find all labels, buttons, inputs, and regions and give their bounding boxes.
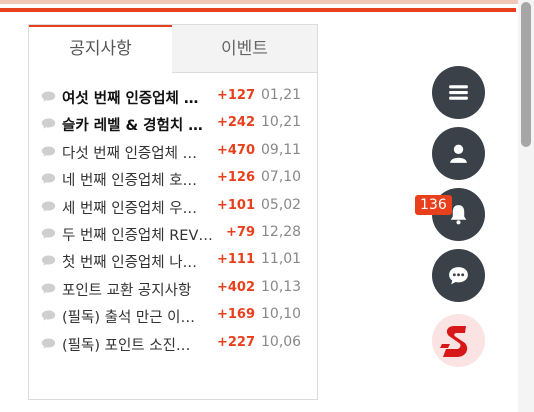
list-item[interactable]: (필독) 포인트 소진… +227 10,06 [29, 330, 317, 357]
speech-bubble-icon [41, 338, 56, 349]
speech-bubble-icon [41, 91, 56, 102]
list-item[interactable]: 여섯 번째 인증업체 … +127 01,21 [29, 83, 317, 110]
notice-panel: 공지사항 이벤트 여섯 번째 인증업체 … +127 01,21 슬카 레벨 & 경험… [28, 24, 318, 400]
scrollbar-thumb[interactable] [521, 2, 531, 147]
list-item[interactable]: 포인트 교환 공지사항 +402 10,13 [29, 275, 317, 302]
s-logo-icon [432, 314, 485, 367]
notification-badge: 136 [415, 195, 452, 215]
menu-icon [449, 85, 468, 100]
notice-points: +111 [216, 252, 255, 268]
speech-bubble-icon [41, 173, 56, 184]
notice-date: 10,21 [261, 114, 302, 131]
list-item[interactable]: (필독) 출석 만근 이… +169 10,10 [29, 302, 317, 329]
notice-date: 07,10 [261, 169, 302, 186]
user-button[interactable] [432, 127, 485, 180]
notice-date: 10,13 [261, 278, 302, 295]
notice-points: +242 [216, 115, 255, 131]
speech-bubble-icon [41, 255, 56, 266]
speech-bubble-icon [41, 310, 56, 321]
notice-points: +127 [216, 88, 255, 103]
notice-list: 여섯 번째 인증업체 … +127 01,21 슬카 레벨 & 경험치 … +242 10… [29, 83, 317, 357]
notice-title[interactable]: 세 번째 인증업체 우… [62, 197, 212, 218]
list-item[interactable]: 슬카 레벨 & 경험치 … +242 10,21 [29, 110, 317, 137]
notice-title[interactable]: 슬카 레벨 & 경험치 … [62, 114, 212, 135]
notice-title[interactable]: 포인트 교환 공지사항 [62, 279, 212, 300]
notice-points: +402 [216, 279, 255, 295]
list-item[interactable]: 다섯 번째 인증업체 … +470 09,11 [29, 138, 317, 165]
accent-bar [0, 8, 516, 12]
list-item[interactable]: 세 번째 인증업체 우… +101 05,02 [29, 193, 317, 220]
notice-title[interactable]: 다섯 번째 인증업체 … [62, 142, 212, 163]
list-item[interactable]: 네 번째 인증업체 호… +126 07,10 [29, 165, 317, 192]
notice-points: +101 [216, 197, 255, 213]
notice-points: +79 [226, 224, 255, 240]
menu-button[interactable] [432, 66, 485, 119]
notice-title[interactable]: (필독) 포인트 소진… [62, 334, 212, 355]
chat-button[interactable] [432, 249, 485, 302]
notice-date: 10,10 [261, 306, 302, 323]
brand-button[interactable] [432, 314, 485, 367]
user-icon [450, 144, 467, 163]
speech-bubble-icon [41, 201, 56, 212]
notice-date: 05,02 [261, 196, 302, 213]
speech-bubble-icon [41, 228, 56, 239]
notice-title[interactable]: 첫 번째 인증업체 나… [62, 251, 212, 272]
notice-points: +126 [216, 170, 255, 186]
speech-bubble-icon [41, 146, 56, 157]
tab-bar: 공지사항 이벤트 [29, 25, 317, 73]
notice-date: 01,21 [261, 87, 302, 103]
speech-bubble-icon [41, 118, 56, 129]
chat-icon [449, 267, 468, 285]
notice-points: +470 [216, 142, 255, 158]
speech-bubble-icon [41, 283, 56, 294]
notice-date: 10,06 [261, 333, 302, 350]
tab-event[interactable]: 이벤트 [172, 25, 317, 73]
notice-title[interactable]: 네 번째 인증업체 호… [62, 169, 212, 190]
list-item[interactable]: 첫 번째 인증업체 나… +111 11,01 [29, 247, 317, 274]
notice-title[interactable]: 두 번째 인증업체 REV… [62, 224, 212, 245]
notice-date: 12,28 [261, 223, 302, 240]
list-item[interactable]: 두 번째 인증업체 REV… +79 12,28 [29, 220, 317, 247]
notice-points: +169 [216, 307, 255, 323]
tab-notice[interactable]: 공지사항 [29, 25, 172, 73]
notice-date: 09,11 [261, 141, 302, 158]
notice-title[interactable]: 여섯 번째 인증업체 … [62, 87, 212, 108]
top-image-strip [0, 0, 520, 4]
notice-date: 11,01 [261, 251, 302, 268]
notice-points: +227 [216, 334, 255, 350]
notice-title[interactable]: (필독) 출석 만근 이… [62, 306, 212, 327]
